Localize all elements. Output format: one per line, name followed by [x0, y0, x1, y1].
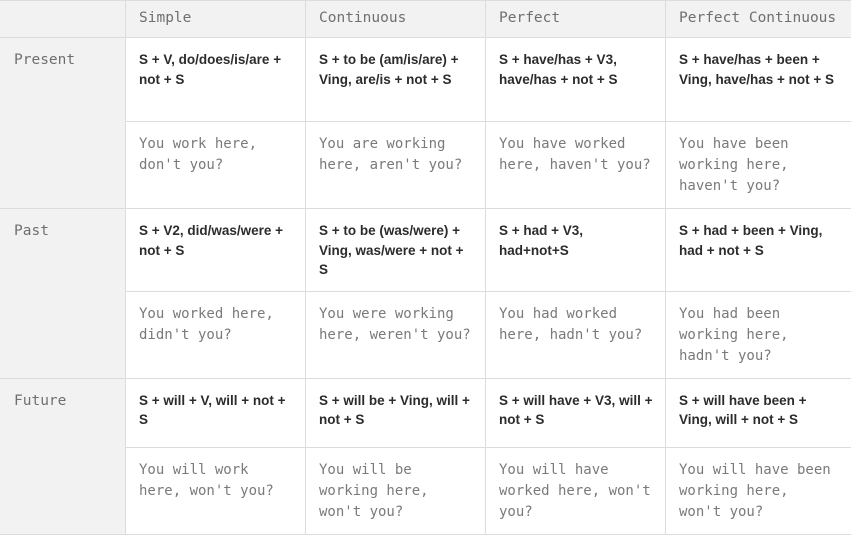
- table-row: You worked here, didn't you? You were wo…: [1, 291, 851, 378]
- formula-past-perfect: S + had + V3, had+not+S: [486, 209, 666, 292]
- column-header-continuous: Continuous: [306, 1, 486, 38]
- formula-present-perfect: S + have/has + V3, have/has + not + S: [486, 38, 666, 122]
- formula-future-perfect: S + will have + V3, will + not + S: [486, 378, 666, 447]
- tense-label-past: Past: [1, 209, 126, 379]
- table-row: You work here, don't you? You are workin…: [1, 122, 851, 209]
- example-past-simple: You worked here, didn't you?: [126, 291, 306, 378]
- table-row: Past S + V2, did/was/were + not + S S + …: [1, 209, 851, 292]
- example-future-continuous: You will be working here, won't you?: [306, 447, 486, 534]
- table-header-row: Simple Continuous Perfect Perfect Contin…: [1, 1, 851, 38]
- column-header-perfect: Perfect: [486, 1, 666, 38]
- formula-future-perfect-continuous: S + will have been + Ving, will + not + …: [666, 378, 851, 447]
- table-row: You will work here, won't you? You will …: [1, 447, 851, 534]
- example-future-perfect-continuous: You will have been working here, won't y…: [666, 447, 851, 534]
- formula-past-perfect-continuous: S + had + been + Ving, had + not + S: [666, 209, 851, 292]
- tense-label-present: Present: [1, 38, 126, 209]
- example-past-continuous: You were working here, weren't you?: [306, 291, 486, 378]
- table-corner-cell: [1, 1, 126, 38]
- example-past-perfect: You had worked here, hadn't you?: [486, 291, 666, 378]
- formula-present-continuous: S + to be (am/is/are) + Ving, are/is + n…: [306, 38, 486, 122]
- example-present-perfect: You have worked here, haven't you?: [486, 122, 666, 209]
- formula-past-simple: S + V2, did/was/were + not + S: [126, 209, 306, 292]
- table-row: Future S + will + V, will + not + S S + …: [1, 378, 851, 447]
- column-header-simple: Simple: [126, 1, 306, 38]
- example-future-perfect: You will have worked here, won't you?: [486, 447, 666, 534]
- formula-present-simple: S + V, do/does/is/are + not + S: [126, 38, 306, 122]
- column-header-perfect-continuous: Perfect Continuous: [666, 1, 851, 38]
- table-row: Present S + V, do/does/is/are + not + S …: [1, 38, 851, 122]
- example-present-perfect-continuous: You have been working here, haven't you?: [666, 122, 851, 209]
- example-future-simple: You will work here, won't you?: [126, 447, 306, 534]
- formula-future-continuous: S + will be + Ving, will + not + S: [306, 378, 486, 447]
- example-past-perfect-continuous: You had been working here, hadn't you?: [666, 291, 851, 378]
- tenses-table: Simple Continuous Perfect Perfect Contin…: [0, 0, 851, 535]
- example-present-continuous: You are working here, aren't you?: [306, 122, 486, 209]
- example-present-simple: You work here, don't you?: [126, 122, 306, 209]
- formula-present-perfect-continuous: S + have/has + been + Ving, have/has + n…: [666, 38, 851, 122]
- formula-future-simple: S + will + V, will + not + S: [126, 378, 306, 447]
- formula-past-continuous: S + to be (was/were) + Ving, was/were + …: [306, 209, 486, 292]
- tense-label-future: Future: [1, 378, 126, 534]
